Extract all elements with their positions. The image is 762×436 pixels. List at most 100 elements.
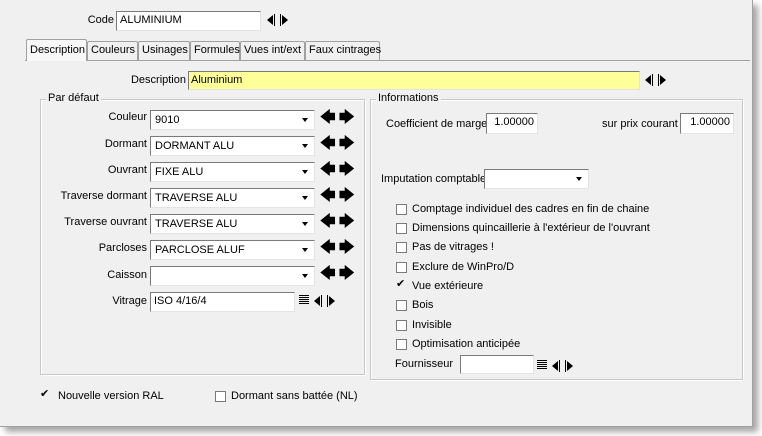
tab-faux-cintrages[interactable]: Faux cintrages <box>305 41 381 60</box>
caisson-arrows: 🡄 🡆 <box>320 266 356 284</box>
arrow-left-icon[interactable]: 🡄 <box>320 110 336 126</box>
arrow-left-icon[interactable]: 🡄 <box>320 214 336 230</box>
couleur-value: 9010 <box>155 114 180 126</box>
prix-courant-input[interactable]: 1.00000 <box>680 113 734 134</box>
chevron-down-icon[interactable] <box>298 138 313 154</box>
traverse-dormant-value: TRAVERSE ALU <box>155 192 238 204</box>
ouvrant-arrows: 🡄 🡆 <box>320 162 356 180</box>
code-nav <box>264 13 292 29</box>
nouvelle-version-ral-label: Nouvelle version RAL <box>58 390 164 402</box>
couleur-arrows: 🡄 🡆 <box>320 110 356 128</box>
chevron-down-icon[interactable] <box>298 242 313 258</box>
arrow-left-icon[interactable]: 🡄 <box>320 240 336 256</box>
arrow-left-icon[interactable]: 🡄 <box>320 266 336 282</box>
chevron-down-icon[interactable] <box>298 268 313 284</box>
next-icon[interactable] <box>660 75 666 85</box>
bois-checkbox[interactable] <box>396 300 407 311</box>
arrow-right-icon[interactable]: 🡆 <box>339 136 355 152</box>
arrow-left-icon[interactable]: 🡄 <box>320 162 336 178</box>
chevron-down-icon[interactable] <box>298 190 313 206</box>
ouvrant-select[interactable]: FIXE ALU <box>150 162 315 182</box>
chevron-down-icon[interactable] <box>298 112 313 128</box>
traverse-ouvrant-value: TRAVERSE ALU <box>155 218 238 230</box>
arrow-right-icon[interactable]: 🡆 <box>339 162 355 178</box>
arrow-left-icon[interactable]: 🡄 <box>320 188 336 204</box>
dormant-label: Dormant <box>104 138 147 150</box>
prev-icon[interactable] <box>552 361 558 371</box>
tab-description[interactable]: Description <box>26 39 87 61</box>
next-bar-icon <box>565 360 566 372</box>
dimensions-checkbox[interactable] <box>396 223 407 234</box>
description-input[interactable]: Aluminium <box>188 71 640 90</box>
dormant-sans-battee-label: Dormant sans battée (NL) <box>231 390 358 402</box>
arrow-right-icon[interactable]: 🡆 <box>339 240 355 256</box>
prev-bar-icon <box>559 360 560 372</box>
exclure-label: Exclure de WinPro/D <box>412 261 515 273</box>
vue-exterieure-checkbox[interactable] <box>396 278 407 292</box>
chevron-down-icon[interactable] <box>572 171 587 187</box>
traverse-dormant-arrows: 🡄 🡆 <box>320 188 356 206</box>
imputation-label: Imputation comptable <box>381 173 487 185</box>
pas-vitrages-label: Pas de vitrages ! <box>412 241 494 253</box>
optimisation-checkbox[interactable] <box>396 339 407 350</box>
pas-vitrages-checkbox[interactable] <box>396 242 407 253</box>
arrow-right-icon[interactable]: 🡆 <box>339 188 355 204</box>
prev-icon[interactable] <box>314 296 320 306</box>
arrow-left-icon[interactable]: 🡄 <box>320 136 336 152</box>
vue-exterieure-label: Vue extérieure <box>412 280 484 292</box>
imputation-select[interactable] <box>484 169 589 189</box>
invisible-label: Invisible <box>412 319 452 331</box>
next-record-icon[interactable] <box>282 15 288 25</box>
tab-formules[interactable]: Formules <box>190 41 240 60</box>
couleur-label: Couleur <box>108 111 147 123</box>
dormant-sans-battee-checkbox[interactable] <box>215 391 226 402</box>
comptage-label: Comptage individuel des cadres en fin de… <box>412 203 650 215</box>
parcloses-value: PARCLOSE ALUF <box>155 244 245 256</box>
next-icon[interactable] <box>329 296 335 306</box>
next-bar-icon <box>658 74 659 86</box>
prix-courant-label: sur prix courant <box>602 118 678 130</box>
fournisseur-input[interactable] <box>460 355 534 374</box>
vitrage-label: Vitrage <box>112 295 147 307</box>
invisible-checkbox[interactable] <box>396 320 407 331</box>
tab-usinages[interactable]: Usinages <box>138 41 190 60</box>
code-input[interactable]: ALUMINIUM <box>116 11 261 31</box>
tab-couleurs[interactable]: Couleurs <box>87 41 138 60</box>
caisson-label: Caisson <box>107 269 147 281</box>
tab-vues-int-ext[interactable]: Vues int/ext <box>240 41 305 60</box>
list-icon[interactable] <box>537 360 547 370</box>
comptage-checkbox[interactable] <box>396 204 407 215</box>
caisson-select[interactable] <box>150 266 315 286</box>
traverse-dormant-select[interactable]: TRAVERSE ALU <box>150 188 315 208</box>
prev-icon[interactable] <box>645 75 651 85</box>
traverse-dormant-label: Traverse dormant <box>60 190 147 202</box>
bois-label: Bois <box>412 299 434 311</box>
next-bar-icon <box>327 295 328 307</box>
nouvelle-version-ral-checkbox[interactable] <box>40 388 51 402</box>
prev-bar-icon <box>321 295 322 307</box>
description-nav <box>642 73 670 89</box>
prev-record-icon[interactable] <box>267 15 273 25</box>
coefficient-input[interactable]: 1.00000 <box>486 113 538 134</box>
exclure-checkbox[interactable] <box>396 262 407 273</box>
list-icon[interactable] <box>299 295 309 305</box>
traverse-ouvrant-select[interactable]: TRAVERSE ALU <box>150 214 315 234</box>
arrow-right-icon[interactable]: 🡆 <box>339 214 355 230</box>
dimensions-label: Dimensions quincaillerie à l'extérieur d… <box>412 222 650 234</box>
chevron-down-icon[interactable] <box>298 164 313 180</box>
optimisation-label: Optimisation anticipée <box>412 338 521 350</box>
ouvrant-label: Ouvrant <box>107 164 147 176</box>
dormant-arrows: 🡄 🡆 <box>320 136 356 154</box>
arrow-right-icon[interactable]: 🡆 <box>339 110 355 126</box>
vitrage-input[interactable]: ISO 4/16/4 <box>150 292 295 312</box>
parcloses-arrows: 🡄 🡆 <box>320 240 356 258</box>
couleur-select[interactable]: 9010 <box>150 110 315 130</box>
fournisseur-nav <box>549 359 577 375</box>
dormant-select[interactable]: DORMANT ALU <box>150 136 315 156</box>
chevron-down-icon[interactable] <box>298 216 313 232</box>
ouvrant-value: FIXE ALU <box>155 166 204 178</box>
arrow-right-icon[interactable]: 🡆 <box>339 266 355 282</box>
parcloses-select[interactable]: PARCLOSE ALUF <box>150 240 315 260</box>
next-icon[interactable] <box>567 361 573 371</box>
code-label: Code <box>87 14 114 26</box>
